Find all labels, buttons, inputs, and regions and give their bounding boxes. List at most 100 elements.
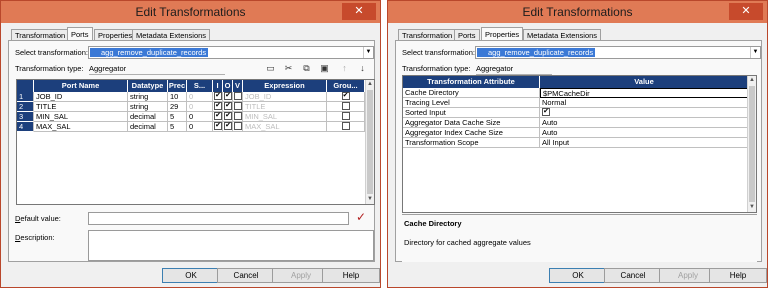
scroll-down-icon[interactable]: ▼ (748, 203, 756, 212)
sorted-input-checkbox[interactable]: ✔ (540, 108, 749, 118)
paste-icon[interactable]: ▣ (319, 63, 330, 74)
column-header-output[interactable]: O (223, 80, 233, 92)
port-name-cell[interactable]: TITLE (34, 102, 128, 112)
prec-cell[interactable]: 5 (168, 112, 187, 122)
move-down-icon[interactable]: ↓ (357, 63, 368, 74)
scale-cell[interactable]: 0 (187, 102, 213, 112)
row-number[interactable]: 3 (17, 112, 34, 122)
input-checkbox[interactable]: ✔ (213, 102, 223, 112)
table-row[interactable]: 3 MIN_SAL decimal 5 0 ✔ ✔ MIN_SAL (17, 112, 365, 122)
column-header-prec[interactable]: Prec (168, 80, 187, 92)
edit-transformations-window-ports: Edit Transformations ✕ Transformation Po… (0, 0, 381, 288)
datatype-cell[interactable]: string (128, 92, 168, 102)
datatype-cell[interactable]: decimal (128, 112, 168, 122)
row-number[interactable]: 1 (17, 92, 34, 102)
table-row[interactable]: 4 MAX_SAL decimal 5 0 ✔ ✔ MAX_SAL (17, 122, 365, 132)
port-name-cell[interactable]: MAX_SAL (34, 122, 128, 132)
scale-cell[interactable]: 0 (187, 112, 213, 122)
help-button[interactable]: Help (709, 268, 767, 283)
variable-checkbox[interactable] (233, 92, 243, 102)
prec-cell[interactable]: 10 (168, 92, 187, 102)
table-row[interactable]: Sorted Input ✔ (403, 108, 749, 118)
expression-cell[interactable]: JOB_ID (243, 92, 327, 102)
row-number[interactable]: 2 (17, 102, 34, 112)
value-cell[interactable]: Auto (540, 118, 749, 128)
expression-cell[interactable]: MAX_SAL (243, 122, 327, 132)
group-by-checkbox[interactable] (327, 102, 365, 112)
transformation-type-label: Transformation type: (15, 64, 84, 73)
table-row[interactable]: Aggregator Index Cache Size Auto (403, 128, 749, 138)
scale-cell[interactable]: 0 (187, 92, 213, 102)
value-cell[interactable]: Auto (540, 128, 749, 138)
output-checkbox[interactable]: ✔ (223, 122, 233, 132)
output-checkbox[interactable]: ✔ (223, 92, 233, 102)
help-button[interactable]: Help (322, 268, 380, 283)
column-header-group-by[interactable]: Grou... (327, 80, 365, 92)
chevron-down-icon[interactable]: ▼ (750, 47, 760, 58)
title-bar[interactable]: Edit Transformations ✕ (1, 1, 380, 23)
group-by-checkbox[interactable]: ✔ (327, 92, 365, 102)
datatype-cell[interactable]: decimal (128, 122, 168, 132)
row-number[interactable]: 4 (17, 122, 34, 132)
select-transformation-combo[interactable]: Σ agg_remove_duplicate_records ▼ (475, 46, 761, 59)
column-header-input[interactable]: I (213, 80, 223, 92)
table-row[interactable]: Aggregator Data Cache Size Auto (403, 118, 749, 128)
description-textarea[interactable] (88, 230, 374, 261)
chevron-down-icon[interactable]: ▼ (363, 47, 373, 58)
scrollbar-thumb[interactable] (367, 90, 373, 194)
group-by-checkbox[interactable] (327, 122, 365, 132)
column-header-value[interactable]: Value (540, 76, 749, 88)
move-up-icon[interactable]: ↑ (339, 63, 350, 74)
close-button[interactable]: ✕ (342, 3, 376, 20)
scroll-up-icon[interactable]: ▲ (366, 80, 374, 89)
input-checkbox[interactable]: ✔ (213, 92, 223, 102)
variable-checkbox[interactable] (233, 122, 243, 132)
variable-checkbox[interactable] (233, 112, 243, 122)
table-row[interactable]: 2 TITLE string 29 0 ✔ ✔ TITLE (17, 102, 365, 112)
variable-checkbox[interactable] (233, 102, 243, 112)
cut-icon[interactable]: ✂ (283, 63, 294, 74)
default-value-input[interactable] (88, 212, 349, 225)
table-row[interactable]: Transformation Scope All Input (403, 138, 749, 148)
scale-cell[interactable]: 0 (187, 122, 213, 132)
copy-icon[interactable]: ⧉ (301, 63, 312, 74)
column-header-datatype[interactable]: Datatype (128, 80, 168, 92)
close-button[interactable]: ✕ (729, 3, 763, 20)
table-row[interactable]: 1 JOB_ID string 10 0 ✔ ✔ JOB_ID ✔ (17, 92, 365, 102)
ok-button[interactable]: OK (549, 268, 607, 283)
output-checkbox[interactable]: ✔ (223, 112, 233, 122)
ok-button[interactable]: OK (162, 268, 220, 283)
column-header-expression[interactable]: Expression (243, 80, 327, 92)
prec-cell[interactable]: 5 (168, 122, 187, 132)
ports-grid-scrollbar[interactable]: ▲ ▼ (365, 80, 374, 204)
column-header-scale[interactable]: S... (187, 80, 213, 92)
value-cell[interactable]: $PMCacheDir (540, 88, 749, 98)
title-bar[interactable]: Edit Transformations ✕ (388, 1, 767, 23)
expression-cell[interactable]: TITLE (243, 102, 327, 112)
table-row[interactable]: Tracing Level Normal (403, 98, 749, 108)
properties-grid-scrollbar[interactable]: ▲ ▼ (747, 76, 756, 212)
scroll-up-icon[interactable]: ▲ (748, 76, 756, 85)
expression-cell[interactable]: MIN_SAL (243, 112, 327, 122)
value-cell[interactable]: All Input (540, 138, 749, 148)
select-transformation-combo[interactable]: Σ agg_remove_duplicate_records ▼ (88, 46, 374, 59)
new-port-icon[interactable]: ▭ (265, 63, 276, 74)
group-by-checkbox[interactable] (327, 112, 365, 122)
port-name-cell[interactable]: MIN_SAL (34, 112, 128, 122)
cancel-button[interactable]: Cancel (604, 268, 662, 283)
value-cell[interactable]: Normal (540, 98, 749, 108)
cancel-button[interactable]: Cancel (217, 268, 275, 283)
port-name-cell[interactable]: JOB_ID (34, 92, 128, 102)
scroll-down-icon[interactable]: ▼ (366, 195, 374, 204)
input-checkbox[interactable]: ✔ (213, 112, 223, 122)
column-header-variable[interactable]: V (233, 80, 243, 92)
validate-checkmark-icon[interactable]: ✓ (356, 210, 366, 224)
datatype-cell[interactable]: string (128, 102, 168, 112)
column-header-port-name[interactable]: Port Name (34, 80, 128, 92)
scrollbar-thumb[interactable] (749, 86, 755, 202)
prec-cell[interactable]: 29 (168, 102, 187, 112)
column-header-attribute[interactable]: Transformation Attribute (403, 76, 540, 88)
input-checkbox[interactable]: ✔ (213, 122, 223, 132)
table-row[interactable]: Cache Directory $PMCacheDir (403, 88, 749, 98)
output-checkbox[interactable]: ✔ (223, 102, 233, 112)
